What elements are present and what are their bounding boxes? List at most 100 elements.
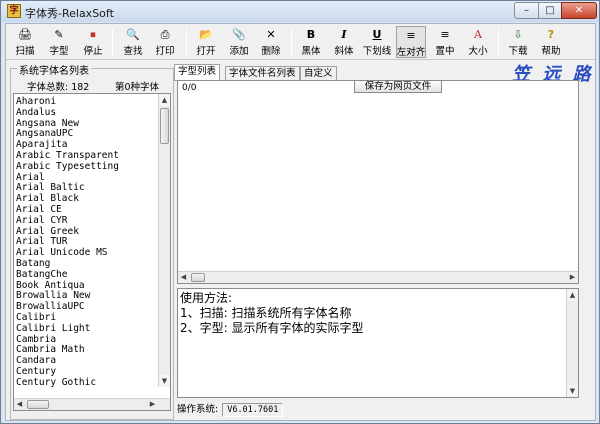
font-size-label: 大小 <box>468 46 488 57</box>
scroll-thumb[interactable] <box>160 108 169 144</box>
font-list-group: 系统字体名列表 字体总数: 182 第0种字体 Aharoni Andalus An… <box>10 62 174 420</box>
help-vscrollbar[interactable]: ▲ ▼ <box>566 289 578 397</box>
align-left-icon: ≡ <box>406 29 416 42</box>
underline-button[interactable]: U 下划线 <box>362 26 392 58</box>
page-indicator: 0/0 <box>182 83 197 93</box>
font-list-item[interactable]: BatangChe <box>16 269 156 280</box>
preview-hscrollbar[interactable]: ◀ ▶ <box>178 271 578 283</box>
font-list-item[interactable]: Angsana New <box>16 118 156 129</box>
font-list-item[interactable]: Aparajita <box>16 139 156 150</box>
font-items: Aharoni Andalus Angsana New AngsanaUPC Apara… <box>16 96 156 388</box>
font-list-item[interactable]: Aharoni <box>16 96 156 107</box>
scroll-up-arrow-icon[interactable]: ▲ <box>567 289 578 301</box>
save-as-webpage-button[interactable]: 保存为网页文件 <box>354 80 442 93</box>
font-list-title: 系统字体名列表 <box>17 62 91 77</box>
font-list-item[interactable]: Century Gothic <box>16 377 156 388</box>
help-label: 帮助 <box>541 46 561 57</box>
help-button[interactable]: ? 帮助 <box>536 26 566 58</box>
font-index: 第0种字体 <box>115 82 160 93</box>
font-preview-area[interactable]: 0/0 保存为网页文件 ◀ ▶ <box>177 80 579 284</box>
tab-font-files[interactable]: 字体文件名列表 <box>225 66 300 81</box>
find-icon: 🔍 <box>126 28 140 41</box>
font-size-icon: A <box>474 28 482 41</box>
print-icon: ⎙ <box>160 28 170 41</box>
bold-button[interactable]: B 黑体 <box>296 26 326 58</box>
print-label: 打印 <box>155 46 175 57</box>
title-bar[interactable]: 字 字体秀-RelaxSoft – □ ✕ <box>1 1 599 22</box>
help-text-area[interactable]: 使用方法: 1、扫描: 扫描系统所有字体名称 2、字型: 显示所有字体的实际字型… <box>177 288 579 398</box>
font-list-item[interactable]: AngsanaUPC <box>16 128 156 139</box>
align-center-icon: ≡ <box>440 28 450 41</box>
font-list-item[interactable]: Browallia New <box>16 290 156 301</box>
help-icon: ? <box>547 28 555 41</box>
font-list-item[interactable]: BrowalliaUPC <box>16 301 156 312</box>
open-button[interactable]: 📂 打开 <box>191 26 221 58</box>
font-list-item[interactable]: Arial TUR <box>16 236 156 247</box>
italic-icon: I <box>341 28 347 41</box>
delete-button[interactable]: ✕ 删除 <box>256 26 286 58</box>
stop-icon: ⏹ <box>90 28 96 41</box>
paperclip-icon: 📎 <box>232 28 246 41</box>
scroll-right-arrow-icon[interactable]: ▶ <box>567 272 578 283</box>
client-area: 🖨 扫描 ✎ 字型 ⏹ 停止 🔍 查找 ⎙ 打印 📂 打开 📎 添加 ✕ 删除 … <box>5 23 596 421</box>
scroll-thumb[interactable] <box>27 400 49 409</box>
app-icon: 字 <box>7 4 21 18</box>
font-list-item[interactable]: Arial Baltic <box>16 182 156 193</box>
scroll-down-arrow-icon[interactable]: ▼ <box>159 375 170 387</box>
font-list-item[interactable]: Century <box>16 366 156 377</box>
delete-icon: ✕ <box>266 28 276 41</box>
font-list-item[interactable]: Arabic Transparent <box>16 150 156 161</box>
font-list-item[interactable]: Arial CE <box>16 204 156 215</box>
font-list-item[interactable]: Andalus <box>16 107 156 118</box>
scroll-up-arrow-icon[interactable]: ▲ <box>159 94 170 106</box>
font-list-item[interactable]: Candara <box>16 355 156 366</box>
stop-label: 停止 <box>83 46 103 57</box>
font-count: 字体总数: 182 <box>27 82 90 93</box>
print-button[interactable]: ⎙ 打印 <box>150 26 180 58</box>
scroll-down-arrow-icon[interactable]: ▼ <box>567 385 578 397</box>
scan-icon: 🖨 <box>18 28 32 41</box>
font-list-item[interactable]: Cambria Math <box>16 344 156 355</box>
font-list-item[interactable]: Arial Greek <box>16 226 156 237</box>
help-text: 使用方法: 1、扫描: 扫描系统所有字体名称 2、字型: 显示所有字体的实际字型 <box>180 291 564 336</box>
font-list-hscrollbar[interactable]: ◀ ▶ <box>14 398 170 410</box>
font-size-button[interactable]: A 大小 <box>463 26 493 58</box>
font-list-vscrollbar[interactable]: ▲ ▼ <box>158 94 170 387</box>
font-list-item[interactable]: Calibri Light <box>16 323 156 334</box>
status-bar: 操作系统: V6.01.7601 <box>177 403 284 417</box>
download-icon: ⇩ <box>513 28 523 41</box>
font-list-item[interactable]: Batang <box>16 258 156 269</box>
tab-custom[interactable]: 自定义 <box>300 66 337 81</box>
font-list-item[interactable]: Arial Black <box>16 193 156 204</box>
scroll-left-arrow-icon[interactable]: ◀ <box>14 399 25 410</box>
os-label: 操作系统: <box>177 404 219 415</box>
font-preview-icon: ✎ <box>54 28 64 41</box>
scan-button[interactable]: 🖨 扫描 <box>10 26 40 58</box>
font-list-item[interactable]: Arial <box>16 172 156 183</box>
glyph-button[interactable]: ✎ 字型 <box>44 26 74 58</box>
italic-button[interactable]: I 斜体 <box>329 26 359 58</box>
close-button[interactable]: ✕ <box>561 2 597 19</box>
help-line: 2、字型: 显示所有字体的实际字型 <box>180 321 364 335</box>
open-folder-icon: 📂 <box>199 28 213 41</box>
font-list-item[interactable]: Book Antiqua <box>16 280 156 291</box>
scroll-right-arrow-icon[interactable]: ▶ <box>147 399 158 410</box>
help-line: 使用方法: <box>180 291 233 305</box>
underline-icon: U <box>372 28 382 41</box>
download-button[interactable]: ⇩ 下载 <box>503 26 533 58</box>
align-left-button[interactable]: ≡ 左对齐 <box>396 26 426 58</box>
font-list-item[interactable]: Cambria <box>16 334 156 345</box>
align-center-button[interactable]: ≡ 置中 <box>430 26 460 58</box>
font-list-item[interactable]: Arabic Typesetting <box>16 161 156 172</box>
scroll-thumb[interactable] <box>191 273 205 282</box>
font-list-item[interactable]: Calibri <box>16 312 156 323</box>
tab-font-glyphs[interactable]: 字型列表 <box>174 64 221 81</box>
stop-button[interactable]: ⏹ 停止 <box>78 26 108 58</box>
font-list-item[interactable]: Arial Unicode MS <box>16 247 156 258</box>
maximize-button[interactable]: □ <box>538 2 562 19</box>
os-version: V6.01.7601 <box>222 403 284 417</box>
scroll-left-arrow-icon[interactable]: ◀ <box>178 272 189 283</box>
font-list-item[interactable]: Arial CYR <box>16 215 156 226</box>
font-listbox[interactable]: Aharoni Andalus Angsana New AngsanaUPC Apara… <box>13 93 171 411</box>
minimize-button[interactable]: – <box>514 2 539 19</box>
